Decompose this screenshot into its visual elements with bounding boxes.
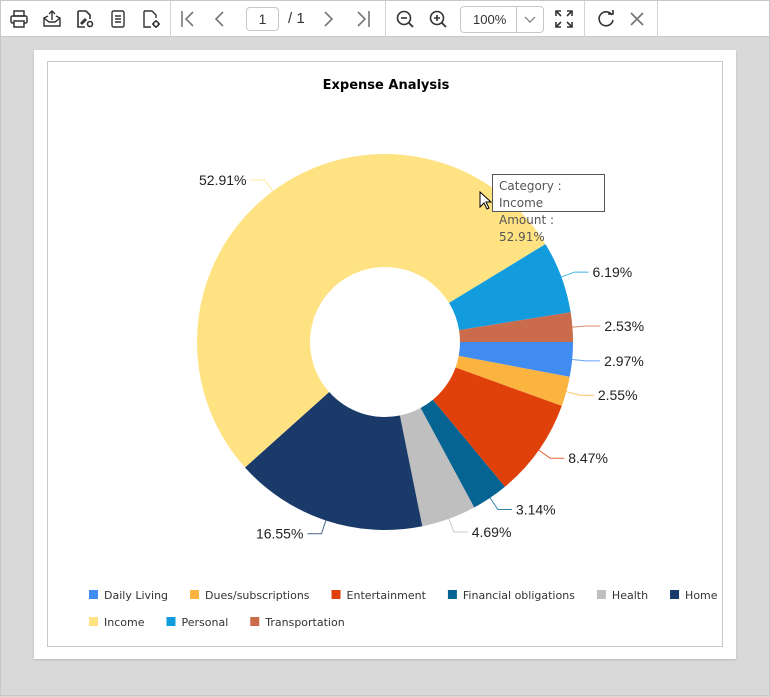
- label-connector: [489, 497, 512, 510]
- legend-swatch: [89, 590, 98, 599]
- legend-item[interactable]: Home: [670, 589, 718, 602]
- data-label: 16.55%: [256, 526, 303, 542]
- legend-item[interactable]: Financial obligations: [447, 589, 575, 602]
- legend-swatch: [166, 617, 176, 626]
- legend-item[interactable]: Dues/subscriptions: [190, 589, 310, 602]
- data-label: 4.69%: [472, 524, 512, 540]
- data-label: 2.55%: [598, 387, 638, 403]
- legend-label: Financial obligations: [463, 589, 575, 602]
- legend-swatch: [331, 590, 341, 599]
- legend-swatch: [596, 590, 606, 599]
- mouse-cursor-icon: [479, 191, 493, 210]
- tooltip-category: Category : Income: [499, 179, 562, 210]
- legend-swatch: [250, 617, 260, 626]
- label-connector: [538, 449, 565, 459]
- legend-swatch: [89, 617, 98, 626]
- legend-item[interactable]: Daily Living: [89, 589, 168, 602]
- label-connector: [448, 518, 468, 533]
- label-connector: [566, 391, 594, 396]
- chart-title: Expense Analysis: [323, 78, 450, 93]
- label-connector: [572, 325, 601, 328]
- data-label: 8.47%: [568, 450, 608, 466]
- data-label: 2.53%: [604, 318, 644, 334]
- data-label: 52.91%: [199, 172, 246, 188]
- label-connector: [250, 179, 274, 192]
- legend-swatch: [670, 590, 680, 599]
- label-connector: [572, 359, 601, 362]
- doughnut-chart: Expense Analysis 2.97% 2.55% 8.47% 3.14%4.6…: [89, 78, 718, 629]
- legend-item[interactable]: Personal: [166, 616, 228, 629]
- legend-item[interactable]: Entertainment: [331, 589, 427, 602]
- data-label: 6.19%: [593, 264, 633, 280]
- legend-swatch: [190, 590, 200, 599]
- chart-tooltip: Category : Income Amount : 52.91%: [492, 174, 605, 244]
- legend-swatch: [447, 590, 457, 599]
- legend-label: Home: [685, 589, 718, 602]
- legend-label: Transportation: [264, 616, 344, 629]
- legend-label: Entertainment: [347, 589, 427, 602]
- legend-item[interactable]: Transportation: [250, 616, 345, 629]
- legend-label: Health: [612, 589, 648, 602]
- legend-label: Personal: [181, 616, 228, 629]
- legend-label: Daily Living: [104, 589, 168, 602]
- data-label: 2.97%: [604, 353, 644, 369]
- tooltip-amount: Amount : 52.91%: [499, 213, 555, 244]
- legend-item[interactable]: Income: [89, 616, 145, 629]
- legend-item[interactable]: Health: [596, 589, 648, 602]
- data-label: 3.14%: [516, 501, 556, 517]
- legend-label: Dues/subscriptions: [205, 589, 310, 602]
- label-connector: [561, 271, 589, 278]
- legend-label: Income: [104, 616, 145, 629]
- label-connector: [307, 520, 327, 535]
